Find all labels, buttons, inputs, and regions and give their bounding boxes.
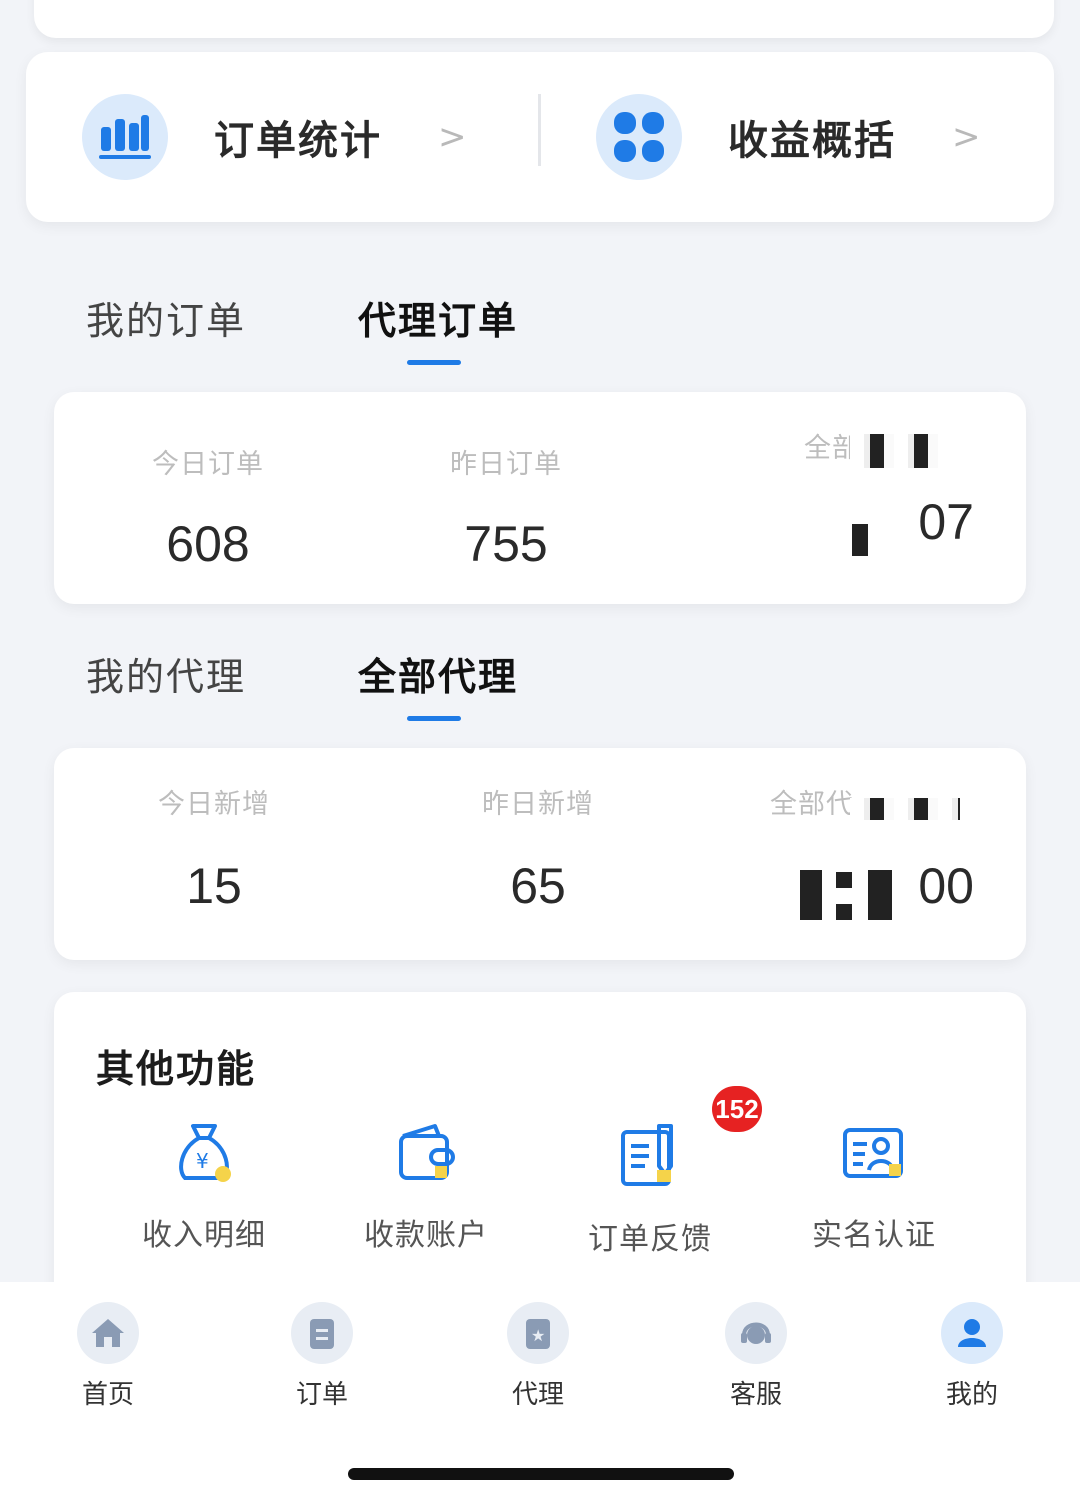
order-statistics-label: 订单统计: [214, 118, 382, 164]
chevron-right-icon: >: [952, 117, 981, 157]
tab-all-agents[interactable]: 全部代理: [358, 646, 518, 701]
stat-yesterday-orders[interactable]: 昨日订单 755: [366, 392, 646, 573]
redaction-mark: [850, 434, 940, 468]
order-feedback-label: 订单反馈: [588, 1222, 712, 1257]
agent-tabs: 我的代理 全部代理: [86, 646, 686, 726]
stat-yesterday-new[interactable]: 昨日新增 65: [398, 748, 678, 915]
nav-agents[interactable]: ★ 代理: [478, 1302, 598, 1411]
income-details-label: 收入明细: [142, 1218, 266, 1253]
tab-my-agents[interactable]: 我的代理: [86, 646, 246, 701]
home-icon: [77, 1302, 139, 1364]
agent-stats-card: 今日新增 15 昨日新增 65 全部代 00: [54, 748, 1026, 960]
stat-value: 608: [166, 516, 250, 572]
nav-label: 代理: [511, 1380, 564, 1410]
wallet-icon: [391, 1118, 461, 1188]
grid-icon: [596, 94, 682, 180]
stat-value: 15: [186, 858, 242, 914]
income-details-button[interactable]: ¥ 收入明细: [104, 1118, 304, 1254]
earnings-overview-entry[interactable]: 收益概括 >: [596, 52, 1036, 222]
bar-chart-icon: [82, 94, 168, 180]
redaction-mark: [850, 798, 960, 820]
nav-label: 我的: [945, 1380, 998, 1410]
stat-value: 65: [510, 858, 566, 914]
active-tab-indicator: [407, 716, 461, 721]
order-icon: [291, 1302, 353, 1364]
id-card-icon: [839, 1118, 909, 1188]
nav-home[interactable]: 首页: [48, 1302, 168, 1411]
redaction-mark: [800, 870, 822, 920]
redaction-mark: [868, 870, 892, 920]
other-functions-title: 其他功能: [96, 1047, 257, 1091]
redaction-mark: [836, 904, 852, 920]
profile-icon: [941, 1302, 1003, 1364]
active-tab-indicator: [407, 360, 461, 365]
order-feedback-button[interactable]: 订单反馈: [550, 1122, 750, 1258]
stat-today-orders[interactable]: 今日订单 608: [68, 392, 348, 573]
svg-text:★: ★: [531, 1326, 545, 1345]
payment-account-button[interactable]: 收款账户: [326, 1118, 526, 1254]
tab-my-orders[interactable]: 我的订单: [86, 290, 246, 345]
stat-label: 昨日订单: [450, 449, 562, 480]
order-statistics-entry[interactable]: 订单统计 >: [82, 52, 522, 222]
other-functions-card: 其他功能 ¥ 收入明细 收款账户 订单反馈 152 实名认证: [54, 992, 1026, 1322]
feedback-icon: [615, 1122, 685, 1192]
quick-entry-card: 订单统计 > 收益概括 >: [26, 52, 1054, 222]
stat-label: 今日订单: [152, 449, 264, 480]
svg-text:¥: ¥: [196, 1149, 209, 1173]
nav-label: 首页: [81, 1380, 134, 1410]
payment-account-label: 收款账户: [364, 1218, 488, 1253]
earnings-overview-label: 收益概括: [728, 118, 896, 164]
stat-today-new[interactable]: 今日新增 15: [74, 748, 354, 915]
nav-profile[interactable]: 我的: [912, 1302, 1032, 1411]
stat-label: 今日新增: [158, 789, 270, 820]
stat-value: 755: [464, 516, 548, 572]
order-tabs: 我的订单 代理订单: [86, 290, 686, 370]
order-stats-card: 今日订单 608 昨日订单 755 全部 07: [54, 392, 1026, 604]
nav-label: 客服: [729, 1380, 782, 1410]
stat-label: 昨日新增: [482, 789, 594, 820]
redaction-mark: [836, 872, 852, 888]
stat-all-agents[interactable]: 全部代 00: [714, 748, 974, 915]
notification-badge: 152: [712, 1086, 762, 1132]
home-indicator: [348, 1468, 734, 1480]
tab-agent-orders[interactable]: 代理订单: [358, 290, 518, 345]
real-name-auth-button[interactable]: 实名认证: [774, 1118, 974, 1254]
customer-service-icon: [725, 1302, 787, 1364]
top-card: [34, 0, 1054, 38]
money-bag-icon: ¥: [169, 1118, 239, 1188]
nav-customer-service[interactable]: 客服: [696, 1302, 816, 1411]
nav-orders[interactable]: 订单: [262, 1302, 382, 1411]
agent-icon: ★: [507, 1302, 569, 1364]
chevron-right-icon: >: [438, 117, 467, 157]
real-name-auth-label: 实名认证: [812, 1218, 936, 1253]
divider: [538, 94, 541, 166]
nav-label: 订单: [295, 1380, 348, 1410]
redaction-mark: [852, 524, 868, 556]
